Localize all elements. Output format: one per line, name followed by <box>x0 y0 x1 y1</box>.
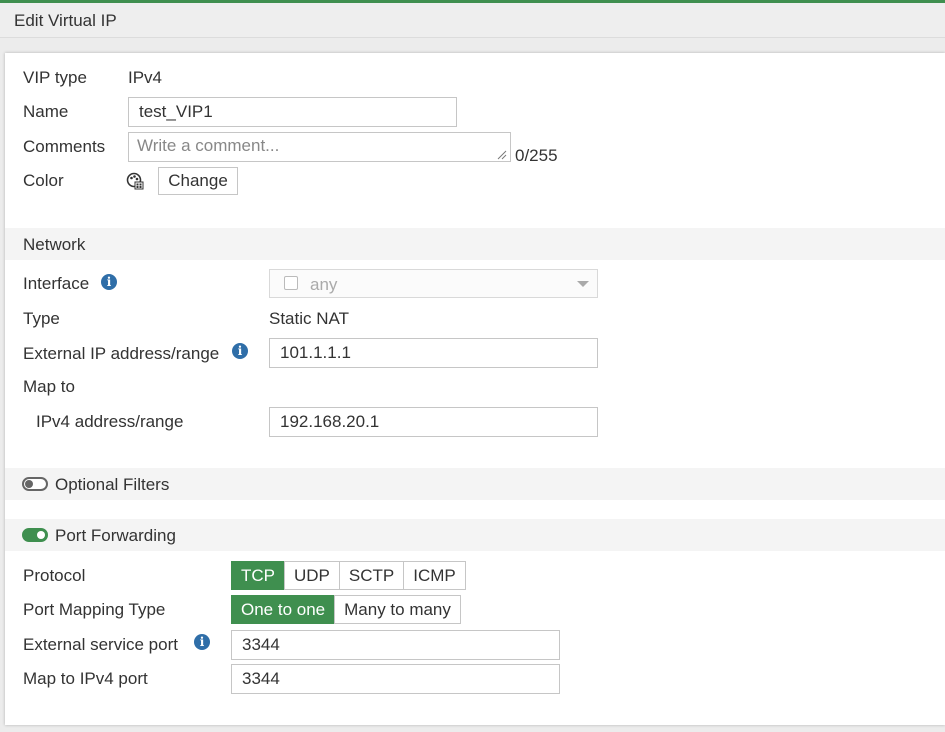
dialog-title: Edit Virtual IP <box>14 11 117 30</box>
toggle-knob <box>25 480 33 488</box>
external-port-info-icon[interactable]: i <box>194 634 210 650</box>
interface-select[interactable]: any <box>269 269 598 298</box>
port-mapping-type-label: Port Mapping Type <box>23 600 166 619</box>
dialog-header: Edit Virtual IP <box>0 3 945 38</box>
network-section-title: Network <box>23 235 86 254</box>
optional-filters-section: Optional Filters <box>5 468 945 500</box>
comments-label: Comments <box>23 137 106 156</box>
ipv4-range-input[interactable] <box>269 407 598 437</box>
network-section-header: Network <box>5 228 945 260</box>
interface-checkbox-icon <box>284 276 298 290</box>
protocol-option-udp[interactable]: UDP <box>284 561 340 590</box>
interface-label: Interface <box>23 274 90 293</box>
protocol-option-sctp[interactable]: SCTP <box>338 561 405 590</box>
chevron-down-icon <box>577 281 589 287</box>
optional-filters-toggle[interactable] <box>22 477 48 491</box>
external-ip-info-icon[interactable]: i <box>232 343 248 359</box>
name-input[interactable] <box>128 97 457 127</box>
map-to-label: Map to <box>23 377 75 396</box>
external-port-label: External service port <box>23 635 178 654</box>
protocol-option-tcp[interactable]: TCP <box>231 561 285 590</box>
type-value: Static NAT <box>269 309 349 328</box>
comments-counter: 0/255 <box>515 146 558 165</box>
comments-textarea[interactable] <box>128 132 511 162</box>
toggle-knob <box>37 531 45 539</box>
edit-vip-panel: VIP type IPv4 Name Comments 0/255 Color … <box>5 53 945 725</box>
port-forwarding-section: Port Forwarding <box>5 519 945 551</box>
external-ip-label: External IP address/range <box>23 344 220 363</box>
external-ip-input[interactable] <box>269 338 598 368</box>
resize-grip-icon[interactable] <box>497 150 507 160</box>
protocol-selector: TCP UDP SCTP ICMP <box>231 561 466 590</box>
change-color-button[interactable]: Change <box>158 167 238 195</box>
external-port-input[interactable] <box>231 630 560 660</box>
interface-info-icon[interactable]: i <box>101 274 117 290</box>
color-label: Color <box>23 171 64 190</box>
name-label: Name <box>23 102 69 121</box>
port-forwarding-toggle[interactable] <box>22 528 48 542</box>
vip-type-value: IPv4 <box>128 68 163 87</box>
ipv4-range-label: IPv4 address/range <box>36 412 184 431</box>
mapping-option-one-to-one[interactable]: One to one <box>231 595 336 624</box>
type-label: Type <box>23 309 60 328</box>
map-port-label: Map to IPv4 port <box>23 669 148 688</box>
map-port-input[interactable] <box>231 664 560 694</box>
vip-type-label: VIP type <box>23 68 87 87</box>
protocol-option-icmp[interactable]: ICMP <box>403 561 466 590</box>
color-palette-icon <box>126 172 144 190</box>
mapping-option-many-to-many[interactable]: Many to many <box>334 595 461 624</box>
port-mapping-type-selector: One to one Many to many <box>231 595 461 624</box>
port-forwarding-label: Port Forwarding <box>55 526 176 545</box>
protocol-label: Protocol <box>23 566 86 585</box>
optional-filters-label: Optional Filters <box>55 475 170 494</box>
interface-select-value: any <box>310 275 338 294</box>
